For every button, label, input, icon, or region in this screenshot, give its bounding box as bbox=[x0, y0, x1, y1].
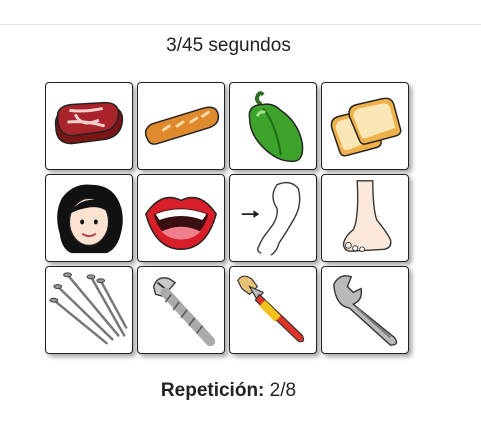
card-wrench[interactable] bbox=[321, 266, 409, 354]
card-bread[interactable] bbox=[137, 82, 225, 170]
repetition-value: 2/8 bbox=[269, 380, 297, 401]
card-arm[interactable] bbox=[229, 174, 317, 262]
card-mouth[interactable] bbox=[137, 174, 225, 262]
girl-face-icon bbox=[57, 184, 123, 254]
card-girl[interactable] bbox=[45, 174, 133, 262]
card-screw[interactable] bbox=[137, 266, 225, 354]
card-nails[interactable] bbox=[45, 266, 133, 354]
wrench-icon bbox=[333, 275, 398, 346]
card-meat[interactable] bbox=[45, 82, 133, 170]
card-toast[interactable] bbox=[321, 82, 409, 170]
toast-slices-icon bbox=[330, 97, 402, 157]
top-divider bbox=[0, 24, 481, 25]
foot-icon bbox=[342, 180, 392, 253]
bread-icon bbox=[144, 106, 220, 145]
card-foot[interactable] bbox=[321, 174, 409, 262]
meat-icon bbox=[54, 101, 124, 145]
mouth-icon bbox=[145, 196, 217, 251]
green-pepper-icon bbox=[248, 91, 304, 163]
card-grid bbox=[45, 82, 413, 356]
timer-text: 3/45 segundos bbox=[166, 35, 291, 56]
screw-icon bbox=[152, 277, 216, 347]
repetition-label: Repetición: bbox=[160, 380, 265, 401]
repetition-counter: Repetición: 2/8 bbox=[0, 380, 457, 402]
nails-icon bbox=[49, 272, 128, 345]
card-paintbrush[interactable] bbox=[229, 266, 317, 354]
paintbrush-icon bbox=[237, 275, 305, 343]
card-pepper[interactable] bbox=[229, 82, 317, 170]
arm-icon bbox=[241, 181, 301, 256]
